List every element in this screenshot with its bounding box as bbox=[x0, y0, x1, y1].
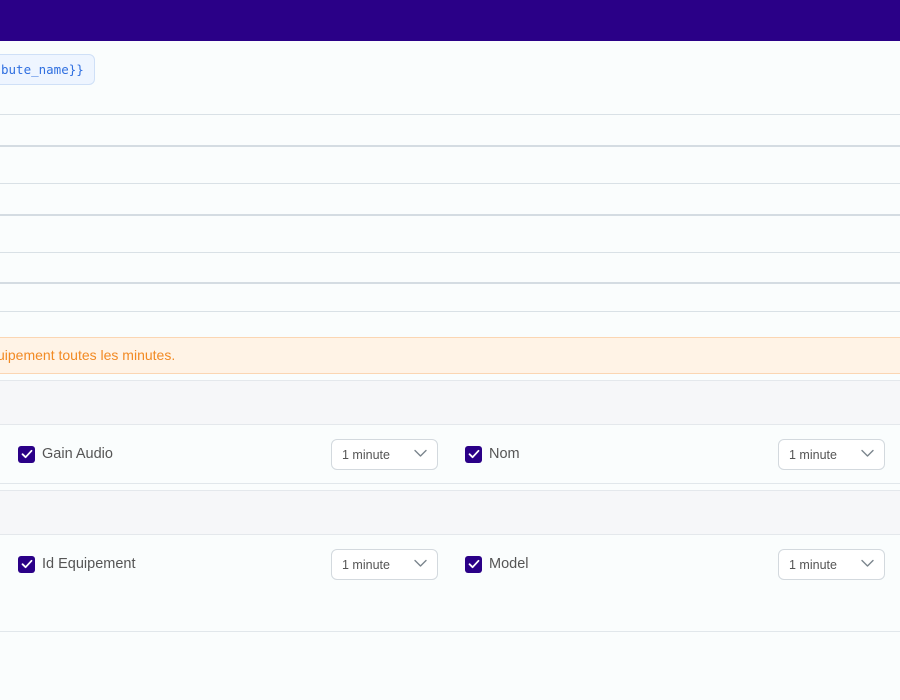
attribute-nom[interactable]: Nom bbox=[465, 439, 520, 469]
divider bbox=[0, 252, 900, 253]
interval-select-id-equipement[interactable]: 1 minute bbox=[331, 549, 438, 580]
attribute-gain-audio[interactable]: Gain Audio bbox=[18, 439, 113, 469]
checkbox-gain-audio[interactable] bbox=[18, 445, 35, 463]
checkbox-nom[interactable] bbox=[465, 445, 482, 463]
chevron-down-icon bbox=[861, 449, 874, 457]
check-icon bbox=[21, 559, 32, 569]
attribute-label: Model bbox=[489, 556, 529, 572]
divider bbox=[0, 483, 900, 484]
check-icon bbox=[21, 449, 32, 459]
chevron-down-icon bbox=[861, 559, 874, 567]
alert-text: uipement toutes les minutes. bbox=[0, 347, 176, 363]
select-value: 1 minute bbox=[342, 447, 390, 462]
divider bbox=[0, 183, 900, 184]
divider bbox=[0, 311, 900, 312]
divider bbox=[0, 282, 900, 284]
interval-select-gain-audio[interactable]: 1 minute bbox=[331, 439, 438, 470]
attribute-model[interactable]: Model bbox=[465, 549, 529, 579]
attribute-label: Id Equipement bbox=[42, 556, 136, 572]
divider bbox=[0, 114, 900, 115]
interval-select-nom[interactable]: 1 minute bbox=[778, 439, 885, 470]
check-icon bbox=[468, 559, 479, 569]
checkbox-model[interactable] bbox=[465, 555, 482, 573]
interval-select-model[interactable]: 1 minute bbox=[778, 549, 885, 580]
attribute-label: Nom bbox=[489, 446, 520, 462]
section-header bbox=[0, 380, 900, 425]
checkbox-id-equipement[interactable] bbox=[18, 555, 35, 573]
info-alert: uipement toutes les minutes. bbox=[0, 337, 900, 374]
divider bbox=[0, 145, 900, 147]
chevron-down-icon bbox=[414, 449, 427, 457]
template-variable-chip[interactable]: bute_name}} bbox=[0, 54, 95, 85]
select-value: 1 minute bbox=[342, 557, 390, 572]
attribute-id-equipement[interactable]: Id Equipement bbox=[18, 549, 136, 579]
divider bbox=[0, 214, 900, 216]
attribute-label: Gain Audio bbox=[42, 446, 113, 462]
select-value: 1 minute bbox=[789, 447, 837, 462]
check-icon bbox=[468, 449, 479, 459]
divider bbox=[0, 631, 900, 632]
chevron-down-icon bbox=[414, 559, 427, 567]
select-value: 1 minute bbox=[789, 557, 837, 572]
top-app-bar bbox=[0, 0, 900, 41]
section-header bbox=[0, 490, 900, 535]
